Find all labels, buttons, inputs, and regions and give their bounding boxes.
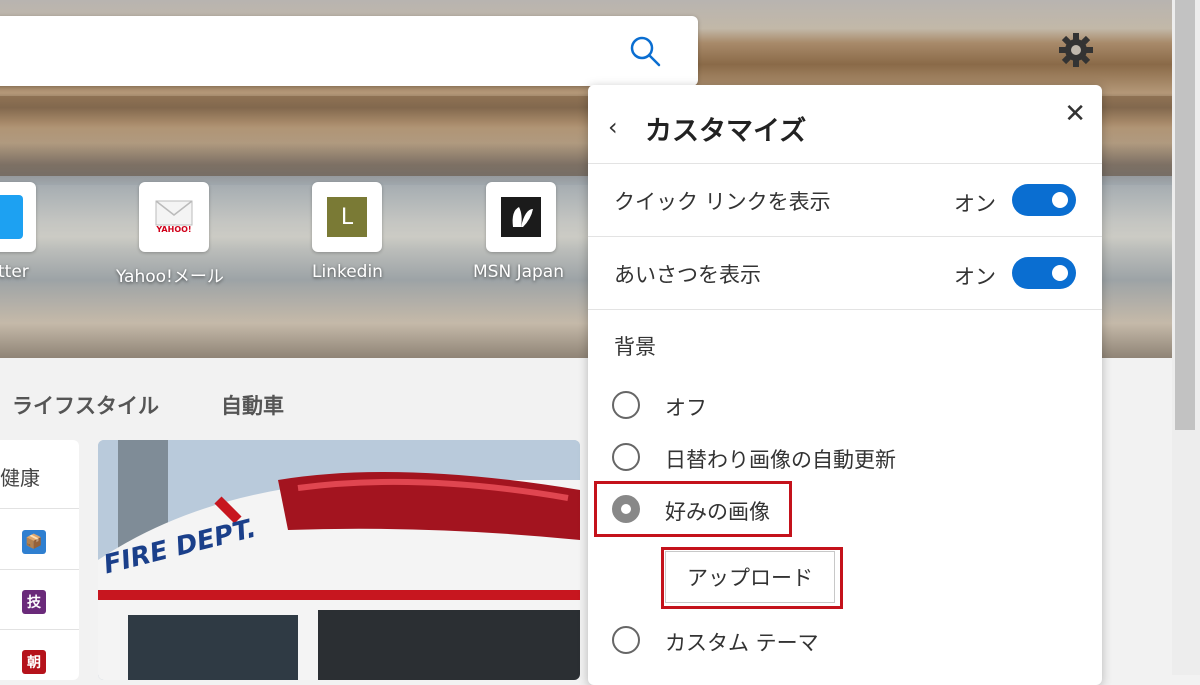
upload-button[interactable]: アップロード (665, 551, 835, 603)
quick-link-label: MSN Japan (473, 262, 564, 282)
toggle-label: クイック リンクを表示 (614, 190, 831, 214)
quick-links-toggle[interactable] (1012, 184, 1076, 216)
toggle-knob (1052, 192, 1068, 208)
radio-custom-theme[interactable] (612, 626, 640, 654)
customize-panel: ‹ カスタマイズ ✕ クイック リンクを表示 オン あいさつを表示 オン 背景 … (588, 85, 1102, 685)
news-source-icon[interactable]: 📦 (22, 530, 46, 554)
toggle-state: オン (954, 265, 996, 289)
nav-item-lifestyle[interactable]: ライフスタイル (12, 390, 159, 420)
background-section-title: 背景 (614, 335, 656, 359)
quick-link-twitter[interactable] (0, 182, 36, 252)
panel-header: ‹ カスタマイズ ✕ (588, 85, 1102, 164)
chevron-left-icon[interactable]: ‹ (608, 113, 618, 141)
radio-custom-image[interactable] (612, 495, 640, 523)
card-category-label: 健康 (0, 466, 40, 490)
radio-daily-image[interactable] (612, 443, 640, 471)
quick-link-yahoo-mail[interactable]: YAHOO! (139, 182, 209, 252)
toggle-row-quick-links: クイック リンクを表示 オン (588, 164, 1102, 237)
news-source-icon[interactable]: 技 (22, 590, 46, 614)
news-card-left[interactable]: 健康 📦 技 朝 (0, 440, 79, 680)
radio-label: 好みの画像 (665, 500, 770, 524)
quick-link-label: Yahoo!メール (116, 267, 224, 287)
divider (0, 508, 79, 509)
toggle-row-greeting: あいさつを表示 オン (588, 237, 1102, 310)
gear-icon[interactable] (1056, 30, 1096, 70)
radio-off[interactable] (612, 391, 640, 419)
divider (0, 569, 79, 570)
quick-link-linkedin[interactable]: L (312, 182, 382, 252)
close-icon[interactable]: ✕ (1064, 99, 1086, 129)
radio-label: 日替わり画像の自動更新 (665, 448, 896, 472)
radio-label: カスタム テーマ (665, 631, 819, 655)
greeting-toggle[interactable] (1012, 257, 1076, 289)
quick-link-msn[interactable] (486, 182, 556, 252)
news-source-icon[interactable]: 朝 (22, 650, 46, 674)
radio-label: オフ (665, 396, 707, 420)
nav-item-car[interactable]: 自動車 (221, 390, 284, 420)
toggle-label: あいさつを表示 (614, 263, 761, 287)
news-image-fire-truck[interactable]: FIRE DEPT. (98, 440, 580, 680)
quick-link-label: tter (0, 262, 29, 282)
search-box[interactable] (0, 16, 698, 86)
msn-icon (501, 197, 541, 237)
scrollbar-thumb[interactable] (1175, 0, 1195, 430)
search-icon[interactable] (628, 34, 662, 68)
toggle-knob (1052, 265, 1068, 281)
linkedin-icon: L (327, 197, 367, 237)
twitter-icon (0, 195, 23, 239)
quick-link-label: Linkedin (312, 262, 383, 282)
panel-title: カスタマイズ (645, 116, 807, 147)
toggle-state: オン (954, 192, 996, 216)
yahoo-mail-icon: YAHOO! (152, 195, 196, 239)
divider (0, 629, 79, 630)
